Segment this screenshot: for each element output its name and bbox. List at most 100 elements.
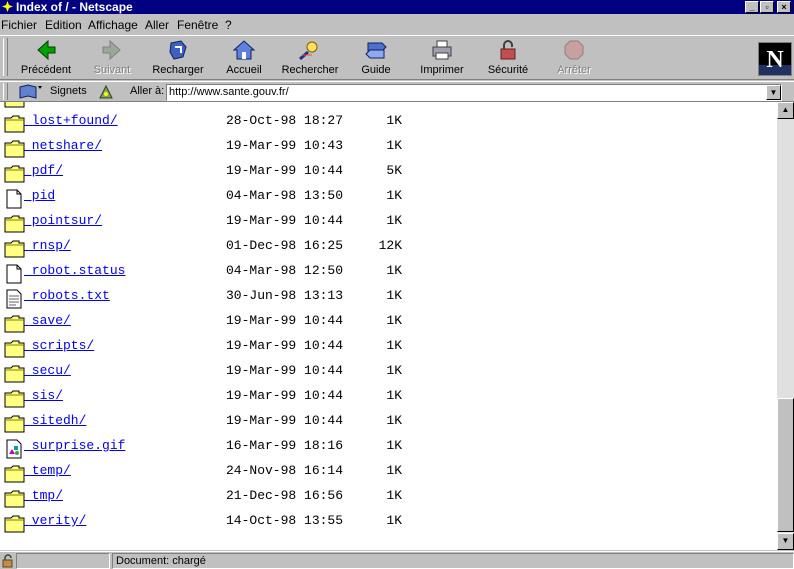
file-link[interactable]: robot.status [24,263,126,278]
file-link[interactable]: sis/ [24,388,63,403]
file-size: 1K [386,388,402,403]
security-status-icon[interactable] [1,554,15,568]
list-item: save/19-Mar-99 10:44 1K [0,310,777,335]
status-text: Document: chargé [116,555,206,567]
status-pane-progress [16,553,110,569]
file-link[interactable]: rnsp/ [24,238,71,253]
file-link[interactable]: pdf/ [24,163,63,178]
security-button[interactable]: Sécurité [473,39,543,79]
menu-fichier[interactable]: Fichier [1,18,37,32]
folder-icon [4,240,25,258]
bookmarks-icon[interactable] [18,84,44,100]
url-dropdown-button[interactable]: ▼ [766,85,781,100]
menu-affichage[interactable]: Affichage [88,18,138,32]
minimize-button[interactable]: _ [745,1,759,13]
stop-button[interactable]: Arrêter [539,39,609,79]
file-link[interactable]: pid [24,188,55,203]
list-item: temp/24-Nov-98 16:14 1K [0,460,777,485]
file-size: 1K [386,138,402,153]
file-size: 1K [386,113,402,128]
file-date: 19-Mar-99 10:44 [226,213,344,228]
folder-icon [4,102,25,108]
file-link[interactable]: scripts/ [24,338,94,353]
file-link[interactable]: save/ [24,313,71,328]
file-link[interactable]: pointsur/ [24,213,102,228]
file-date: 19-Mar-99 10:44 [226,363,344,378]
folder-icon [4,515,25,533]
file-size: 1K [386,338,402,353]
file-date: 19-Mar-99 10:44 [226,413,344,428]
file-size: 12K [378,238,402,253]
list-item: secu/19-Mar-99 10:44 1K [0,360,777,385]
back-arrow-icon [37,39,56,61]
print-button[interactable]: Imprimer [407,39,477,79]
file-date: 19-Mar-99 10:44 [226,163,344,178]
url-input[interactable]: http://www.sante.gouv.fr/ ▼ [166,84,782,101]
guide-label: Guide [361,64,391,76]
stop-label: Arrêter [557,64,591,76]
url-text: http://www.sante.gouv.fr/ [169,86,289,98]
text-file-icon [6,289,22,309]
file-date: 19-Mar-99 10:44 [226,338,344,353]
bookmarks-label[interactable]: Signets [50,85,87,97]
location-grip[interactable] [3,83,8,100]
file-date: 19-Mar-99 10:43 [226,138,344,153]
file-icon [6,264,22,284]
guide-button[interactable]: Guide [341,39,411,79]
file-size: 1K [386,288,402,303]
menu-edition[interactable]: Edition [45,18,82,32]
search-button[interactable]: Rechercher [275,39,345,79]
reload-icon [169,40,187,60]
scroll-up-button[interactable]: ▲ [777,102,794,119]
folder-icon [4,140,25,158]
file-date: 28-Oct-98 18:27 [226,113,344,128]
file-date: 30-Jun-98 13:13 [226,288,344,303]
window-title: Index of / - Netscape [16,0,133,14]
file-size: 1K [386,413,402,428]
file-link[interactable]: secu/ [24,363,71,378]
forward-button[interactable]: Suivant [77,39,147,79]
toolbar-grip[interactable] [3,38,8,76]
file-date: 14-Oct-98 13:55 [226,513,344,528]
scroll-down-button[interactable]: ▼ [777,533,794,550]
file-link[interactable]: surprise.gif [24,438,126,453]
reload-label[interactable]: Recharger [143,64,213,76]
netscape-logo[interactable]: N [758,42,792,76]
list-item: robot.status 04-Mar-98 12:50 1K [0,260,777,285]
file-link[interactable]: netshare/ [24,138,102,153]
file-link[interactable]: verity/ [24,513,87,528]
home-button[interactable]: Accueil [209,39,279,79]
menu-help[interactable]: ? [225,18,232,32]
close-button[interactable]: × [777,1,791,13]
file-size: 5K [386,163,402,178]
file-date: 01-Dec-98 16:25 [226,238,344,253]
file-size: 1K [386,513,402,528]
scroll-thumb[interactable] [777,398,794,532]
file-link[interactable]: logsweb/ [24,102,94,103]
file-link[interactable]: sitedh/ [24,413,87,428]
home-label: Accueil [226,64,262,76]
list-item: tmp/21-Dec-98 16:56 1K [0,485,777,510]
goto-label: Aller à: [130,85,165,97]
title-bar[interactable]: Index of / - Netscape _ ▫ × [0,0,794,14]
vertical-scrollbar[interactable]: ▲ ▼ [777,102,794,550]
security-label: Sécurité [487,64,529,76]
reload-button[interactable]: Recharger [143,39,213,79]
guide-icon [365,42,387,59]
folder-icon [4,165,25,183]
menu-fenetre[interactable]: Fenêtre [177,18,218,32]
folder-icon [4,390,25,408]
list-item: rnsp/01-Dec-98 16:25 12K [0,235,777,260]
list-item: sitedh/19-Mar-99 10:44 1K [0,410,777,435]
file-size: 1K [386,438,402,453]
file-link[interactable]: robots.txt [24,288,110,303]
status-bar: Document: chargé [0,551,794,569]
location-page-icon[interactable] [98,84,114,100]
file-link[interactable]: temp/ [24,463,71,478]
file-link[interactable]: tmp/ [24,488,63,503]
printer-icon [432,40,452,60]
back-button[interactable]: Précédent [11,39,81,79]
file-link[interactable]: lost+found/ [24,113,118,128]
maximize-button[interactable]: ▫ [760,1,774,13]
menu-aller[interactable]: Aller [145,18,169,32]
